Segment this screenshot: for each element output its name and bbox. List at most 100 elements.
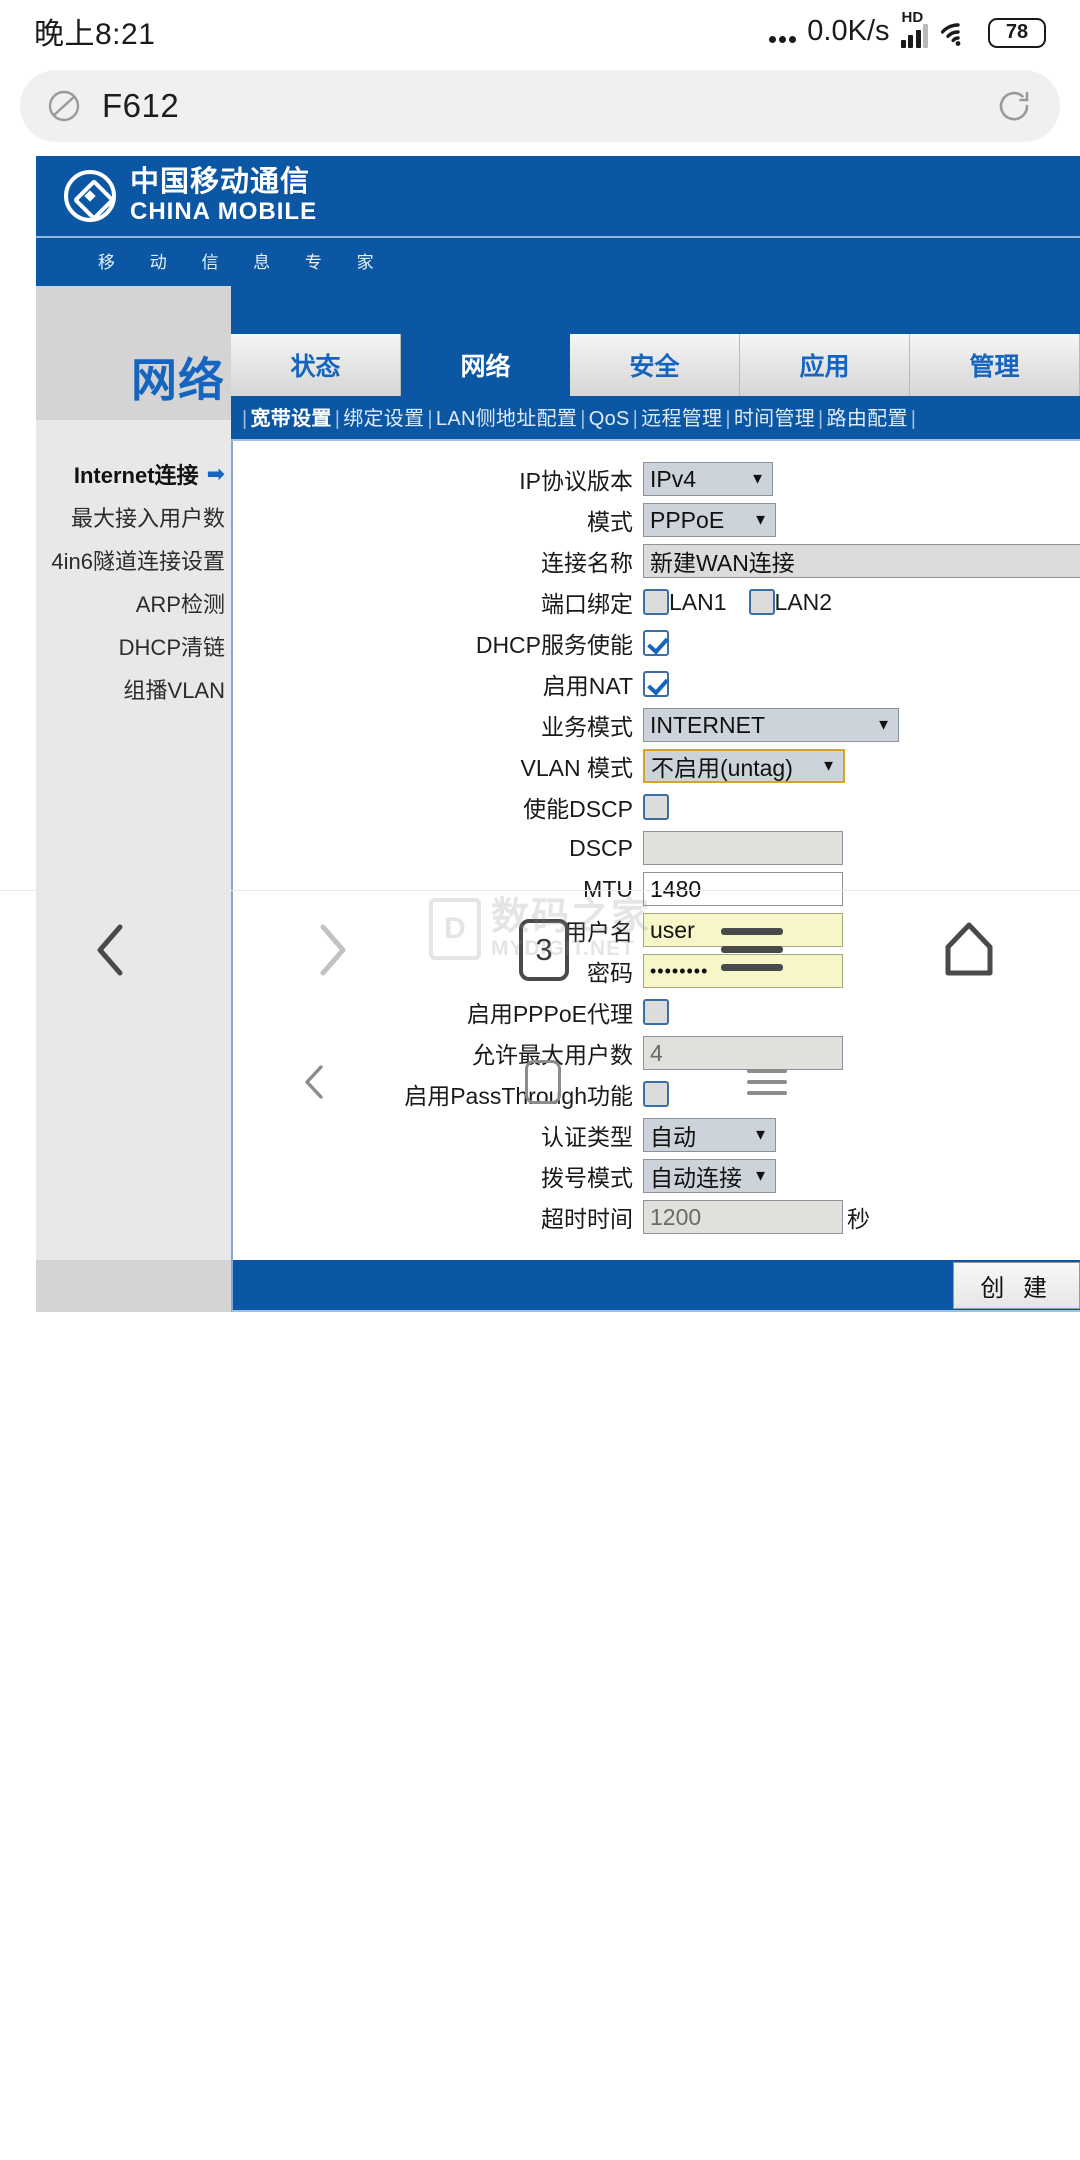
submenu-item-lan-address[interactable]: LAN侧地址配置 [436,408,577,430]
globe-icon [46,88,82,124]
field-label: IP协议版本 [519,468,633,494]
header-spacer-row [36,286,1080,334]
status-time: 晚上8:21 [34,18,156,51]
chevron-down-icon: ▼ [821,757,836,775]
reload-icon[interactable] [994,86,1034,126]
tab-application[interactable]: 应用 [740,334,910,396]
system-back-icon[interactable] [293,1059,339,1105]
field-enable-nat: 启用NAT [233,668,1080,700]
field-label: 业务模式 [541,714,633,740]
android-status-bar: 晚上8:21 0.0K/s HD 78 [0,0,1080,62]
enable-dscp-checkbox[interactable] [643,794,669,820]
field-connection-name: 连接名称 新建WAN连接 [233,544,1080,578]
back-icon[interactable] [76,915,146,985]
sidebar-item-label: 最大接入用户数 [70,505,225,531]
browser-bottom-nav: 3 [0,890,1080,1008]
dial-mode-select[interactable]: 自动连接 ▼ [643,1159,776,1193]
chevron-down-icon: ▼ [753,511,768,529]
sidebar-item-label: Internet连接 [73,462,199,488]
create-button[interactable]: 创 建 [953,1261,1080,1309]
field-vlan-mode: VLAN 模式 不启用(untag) ▼ [233,749,1080,783]
signal-icon: HD [900,9,928,48]
menu-icon[interactable] [720,928,783,971]
field-enable-dscp: 使能DSCP [233,791,1080,823]
submenu-item-broadband[interactable]: 宽带设置 [251,408,332,430]
sidebar-item-multicast-vlan[interactable]: 组播VLAN [36,667,231,710]
home-icon[interactable] [934,915,1004,985]
submenu-item-time-mgmt[interactable]: 时间管理 [734,408,815,430]
field-port-binding: 端口绑定 LAN1 LAN2 [233,586,1080,618]
status-icons: 0.0K/s HD 78 [769,9,1046,48]
field-label: VLAN 模式 [520,755,633,781]
field-label: 超时时间 [541,1206,633,1232]
more-dots-icon [769,35,797,48]
sidebar-item-4in6-tunnel[interactable]: 4in6隧道连接设置 [36,538,231,581]
field-label: 模式 [587,509,633,535]
field-dhcp-service: DHCP服务使能 [233,627,1080,659]
sidebar-title: 网络 [36,334,231,420]
connection-name-input[interactable]: 新建WAN连接 [643,544,1080,578]
forward-icon [297,915,367,985]
sidebar-item-label: DHCP清链 [118,634,225,660]
submenu-item-qos[interactable]: QoS [589,408,630,430]
system-recents-icon[interactable] [747,1069,787,1095]
selected-value: 不启用(untag) [651,755,793,781]
chevron-down-icon: ▼ [750,470,765,488]
sidebar-item-max-users[interactable]: 最大接入用户数 [36,495,231,538]
field-label: 使能DSCP [523,796,633,822]
submenu-item-binding[interactable]: 绑定设置 [343,408,424,430]
sidebar-item-dhcp-clear[interactable]: DHCP清链 [36,624,231,667]
lan1-checkbox[interactable] [643,589,669,615]
hd-label: HD [901,8,924,26]
lan2-checkbox[interactable] [748,589,775,615]
browser-url-bar[interactable]: F612 [20,70,1060,142]
android-system-nav [0,1008,1080,1156]
chevron-down-icon: ▼ [753,1167,768,1185]
brand-name-en: CHINA MOBILE [130,198,318,225]
field-ip-version: IP协议版本 IPv4 ▼ [233,462,1080,496]
timeout-unit: 秒 [847,1206,870,1232]
arrow-right-icon: ➡ [206,460,225,486]
tab-network[interactable]: 网络 [401,334,570,396]
field-dial-mode: 拨号模式 自动连接 ▼ [233,1159,1080,1193]
tab-status[interactable]: 状态 [231,334,401,396]
field-label: 连接名称 [541,550,633,576]
router-page: 中国移动通信 CHINA MOBILE 移 动 信 息 专 家 网络 Inter… [0,156,1080,1312]
tab-label: 网络 [460,353,511,381]
ip-version-select[interactable]: IPv4 ▼ [643,462,773,496]
dhcp-service-checkbox[interactable] [643,630,669,656]
field-mode: 模式 PPPoE ▼ [233,503,1080,537]
tab-label: 安全 [629,353,680,381]
dscp-input[interactable] [643,831,843,865]
mode-select[interactable]: PPPoE ▼ [643,503,776,537]
selected-value: INTERNET [650,711,765,738]
submenu-bar: | 宽带设置 | 绑定设置 | LAN侧地址配置 | QoS | 远程管理 | 时间管理 | 路由配置 | [231,396,1080,441]
service-mode-select[interactable]: INTERNET ▼ [643,708,899,742]
enable-nat-checkbox[interactable] [643,671,669,697]
selected-value: IPv4 [650,465,697,492]
sidebar-item-arp-detect[interactable]: ARP检测 [36,581,231,624]
tab-security[interactable]: 安全 [570,334,740,396]
network-speed: 0.0K/s [807,14,890,47]
tab-label: 应用 [799,353,850,381]
submenu-item-route-config[interactable]: 路由配置 [827,408,908,430]
lan2-label: LAN2 [774,588,833,615]
system-home-icon[interactable] [525,1060,561,1104]
submenu-item-remote-mgmt[interactable]: 远程管理 [641,408,722,430]
timeout-input[interactable]: 1200 [643,1200,843,1234]
selected-value: 自动连接 [650,1165,742,1191]
sidebar-item-label: 组播VLAN [123,677,225,703]
sidebar-item-internet-connection[interactable]: Internet连接 ➡ [36,452,231,495]
field-service-mode: 业务模式 INTERNET ▼ [233,708,1080,742]
wifi-icon [940,21,975,47]
tab-management[interactable]: 管理 [910,334,1080,396]
battery-indicator: 78 [988,17,1046,48]
tab-label: 状态 [290,353,341,381]
vlan-mode-select[interactable]: 不启用(untag) ▼ [643,749,845,783]
input-value: 1200 [650,1203,702,1230]
brand-name-cn: 中国移动通信 [130,166,311,198]
field-label: DSCP [569,834,633,861]
url-text[interactable]: F612 [102,87,974,125]
field-dscp: DSCP [233,831,1080,865]
tab-count-button[interactable]: 3 [518,918,569,981]
